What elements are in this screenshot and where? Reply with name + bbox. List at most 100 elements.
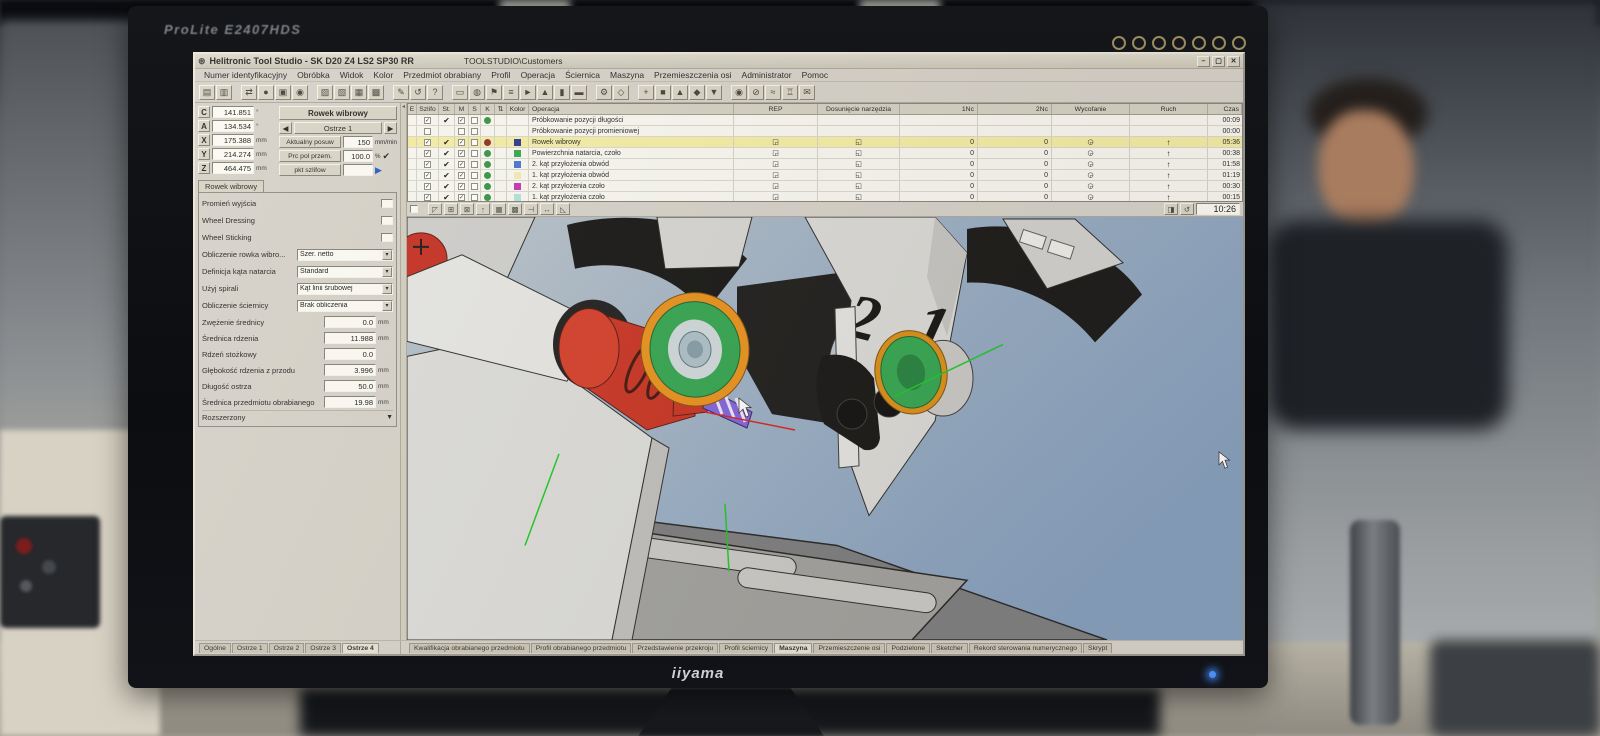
- col-kolor[interactable]: Kolor: [507, 104, 529, 114]
- view-tab[interactable]: Profil obrabianego przedmiotu: [531, 643, 632, 653]
- operation-row[interactable]: ✓ ✔ ✓ 2. kąt przyłożenia czoło ◲: [408, 181, 1242, 192]
- view-tool-button[interactable]: ▦: [492, 203, 506, 215]
- tool-table-alt-icon[interactable]: ▥: [216, 85, 232, 100]
- cell-s[interactable]: [469, 170, 481, 180]
- cell-szlifo[interactable]: ✓: [417, 137, 439, 147]
- menu-item[interactable]: Widok: [335, 70, 369, 80]
- cell-2nc[interactable]: 0: [978, 181, 1052, 191]
- snapshot-icon[interactable]: ◉: [731, 85, 747, 100]
- cell-1nc[interactable]: 0: [900, 170, 978, 180]
- cell-szlifo[interactable]: ✓: [417, 192, 439, 202]
- up-op-icon[interactable]: ▲: [672, 85, 688, 100]
- cell-kolor[interactable]: [507, 192, 529, 202]
- axis-button[interactable]: X: [198, 134, 210, 146]
- col-wycofanie[interactable]: Wycofanie: [1052, 104, 1130, 114]
- feed-value[interactable]: 150: [343, 136, 373, 148]
- save-icon[interactable]: ▩: [368, 85, 384, 100]
- field-value[interactable]: 0.0: [324, 316, 376, 328]
- axis-value[interactable]: 134.534: [212, 120, 254, 132]
- section-tab[interactable]: Rowek wibrowy: [198, 180, 264, 192]
- cell-operacja[interactable]: Próbkowanie pozycji promieniowej: [529, 126, 734, 136]
- cell-st[interactable]: ✔: [439, 137, 455, 147]
- menu-item[interactable]: Kolor: [368, 70, 398, 80]
- cell-1nc[interactable]: 0: [900, 159, 978, 169]
- cell-m[interactable]: [455, 126, 469, 136]
- play-icon[interactable]: ▶: [375, 165, 382, 176]
- cell-m[interactable]: ✓: [455, 115, 469, 125]
- cell-1nc[interactable]: [900, 126, 978, 136]
- cell-szlifo[interactable]: ✓: [417, 148, 439, 158]
- operation-row[interactable]: ✓ ✔ ✓ Powierzchnia natarcia, czoło ◲: [408, 148, 1242, 159]
- cell-s[interactable]: [469, 192, 481, 202]
- cell-1nc[interactable]: [900, 115, 978, 125]
- cell-operacja[interactable]: 2. kąt przyłożenia czoło: [529, 181, 734, 191]
- edit-icon[interactable]: ✎: [393, 85, 409, 100]
- col-operacja[interactable]: Operacja: [529, 104, 734, 114]
- cell-st[interactable]: ✔: [439, 192, 455, 202]
- navigate-icon[interactable]: ⇄: [241, 85, 257, 100]
- col-szlifo[interactable]: Szlifo: [417, 104, 439, 114]
- view-tab[interactable]: Przemieszczenie osi: [813, 643, 885, 653]
- cell-kolor[interactable]: [507, 115, 529, 125]
- cell-1nc[interactable]: 0: [900, 192, 978, 202]
- cell-st[interactable]: ✔: [439, 115, 455, 125]
- close-button[interactable]: ✕: [1227, 56, 1240, 67]
- operation-row[interactable]: Próbkowanie pozycji promieniowej 00:00: [408, 126, 1242, 137]
- axis-value[interactable]: 214.274: [212, 148, 254, 160]
- override-value[interactable]: 100.0: [343, 150, 373, 162]
- cell-1nc[interactable]: 0: [900, 137, 978, 147]
- view-tab[interactable]: Rekord sterowania numerycznego: [969, 643, 1082, 653]
- axis-button[interactable]: Y: [198, 148, 210, 160]
- operation-row[interactable]: ✓ ✔ ✓ Próbkowanie pozycji długości: [408, 115, 1242, 126]
- minimize-button[interactable]: –: [1197, 56, 1210, 67]
- probe-icon[interactable]: ▲: [537, 85, 553, 100]
- panel-icon[interactable]: ▬: [571, 85, 587, 100]
- col-st[interactable]: St.: [439, 104, 455, 114]
- view-tab[interactable]: Kwalifikacja obrabianego przedmiotu: [409, 643, 530, 653]
- osd-button[interactable]: [1112, 36, 1126, 50]
- override-button[interactable]: Prc pol przem.: [279, 150, 341, 162]
- operation-header-button[interactable]: Rowek wibrowy: [279, 106, 397, 120]
- field-dropdown[interactable]: Standard ▾: [297, 266, 393, 278]
- compass-icon[interactable]: ◇: [613, 85, 629, 100]
- osd-button[interactable]: [1192, 36, 1206, 50]
- col-k[interactable]: K: [481, 104, 495, 114]
- cell-s[interactable]: [469, 115, 481, 125]
- sheet-icon[interactable]: ▭: [452, 85, 468, 100]
- record-tool-icon[interactable]: ◉: [292, 85, 308, 100]
- col-m[interactable]: M: [455, 104, 469, 114]
- field-value[interactable]: 19.98: [324, 396, 376, 408]
- run-icon[interactable]: ►: [520, 85, 536, 100]
- menu-item[interactable]: Przedmiot obrabiany: [398, 70, 486, 80]
- cell-st[interactable]: ✔: [439, 181, 455, 191]
- cell-1nc[interactable]: 0: [900, 148, 978, 158]
- cell-s[interactable]: [469, 159, 481, 169]
- edge-tab[interactable]: Ostrze 3: [305, 643, 341, 653]
- menu-item[interactable]: Przemieszczenia osi: [649, 70, 736, 80]
- menu-item[interactable]: Profil: [486, 70, 515, 80]
- chevron-down-icon[interactable]: ▾: [382, 284, 392, 294]
- library-icon[interactable]: ▧: [334, 85, 350, 100]
- osd-button[interactable]: [1212, 36, 1226, 50]
- menu-item[interactable]: Maszyna: [605, 70, 649, 80]
- cell-szlifo[interactable]: ✓: [417, 170, 439, 180]
- col-sort-icon[interactable]: ⇅: [495, 104, 507, 114]
- cell-st[interactable]: ✔: [439, 159, 455, 169]
- operation-row[interactable]: ✓ ✔ ✓ Rowek wibrowy ◲: [408, 137, 1242, 148]
- advanced-expander[interactable]: Rozszerzony ▼: [202, 410, 393, 424]
- cell-s[interactable]: [469, 148, 481, 158]
- cell-szlifo[interactable]: [417, 126, 439, 136]
- feed-button[interactable]: Aktualny posuw: [279, 136, 341, 148]
- view-tool-button[interactable]: ⊞: [444, 203, 458, 215]
- view-tab[interactable]: Skrypt: [1083, 643, 1112, 653]
- col-s[interactable]: S: [469, 104, 481, 114]
- cell-st[interactable]: ✔: [439, 170, 455, 180]
- cell-2nc[interactable]: [978, 126, 1052, 136]
- field-dropdown[interactable]: Brak obliczenia ▾: [297, 300, 393, 312]
- axis-value[interactable]: 175.388: [212, 134, 254, 146]
- cell-2nc[interactable]: 0: [978, 192, 1052, 202]
- cell-m[interactable]: ✓: [455, 148, 469, 158]
- col-ruch[interactable]: Ruch: [1130, 104, 1208, 114]
- osd-button[interactable]: [1232, 36, 1246, 50]
- field-value[interactable]: 0.0: [324, 348, 376, 360]
